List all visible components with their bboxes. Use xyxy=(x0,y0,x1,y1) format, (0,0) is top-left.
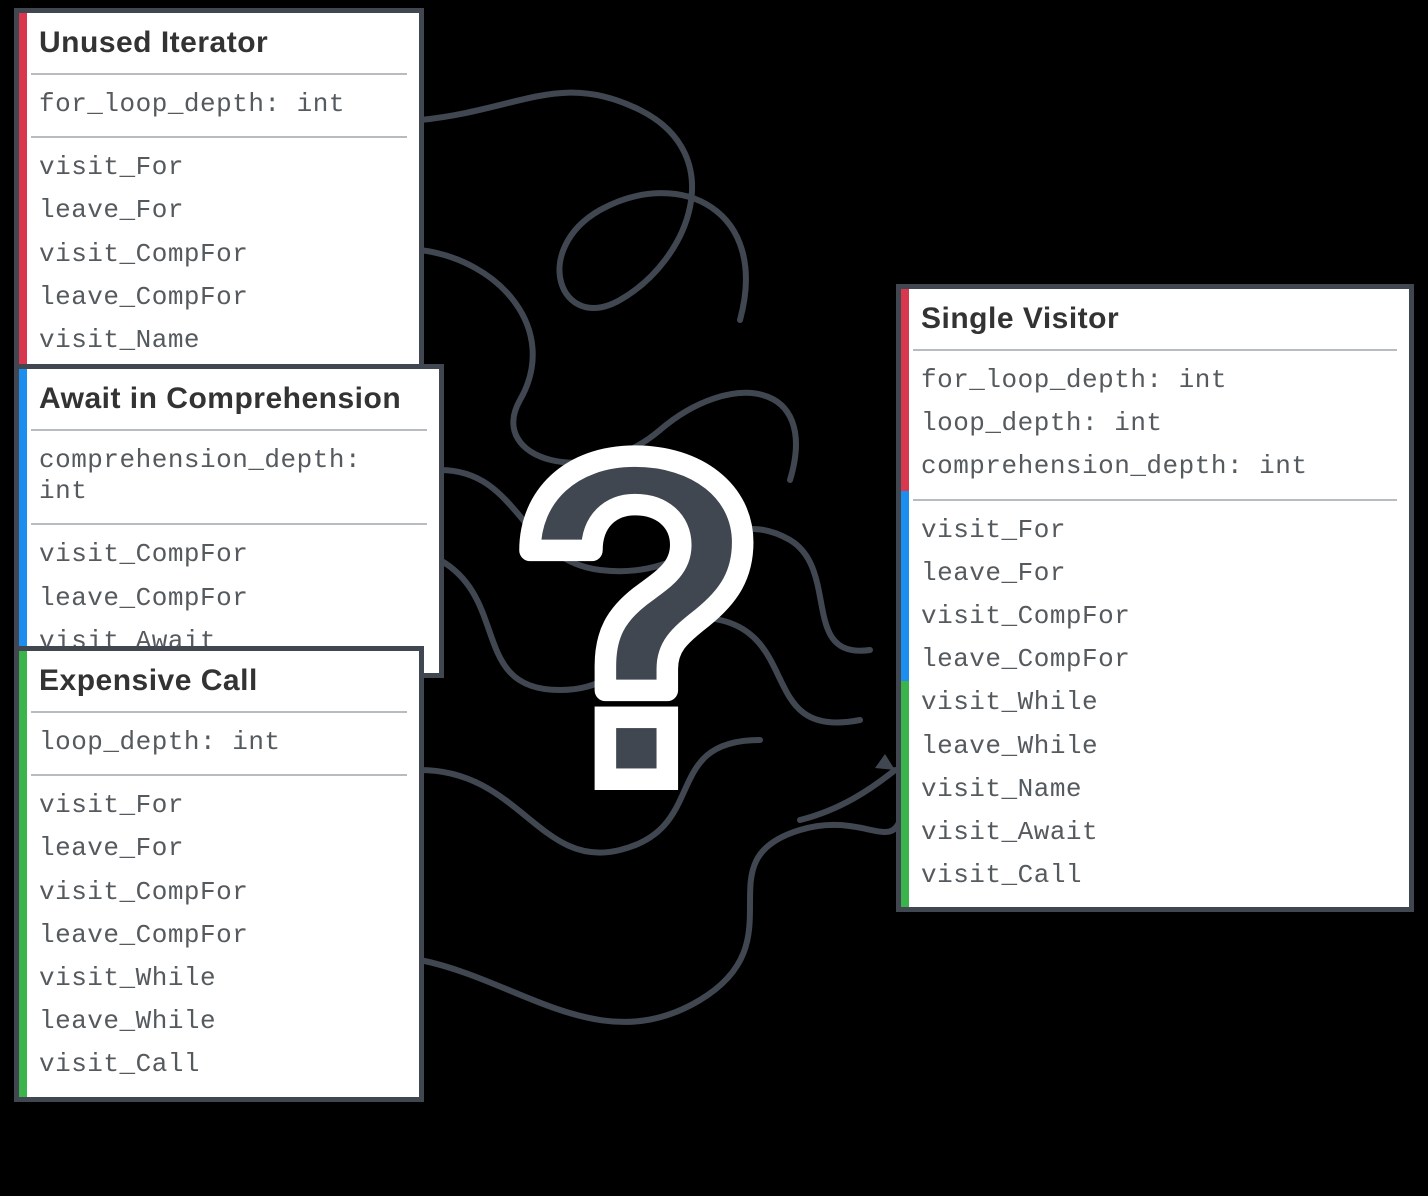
method: visit_While xyxy=(921,681,1393,724)
box-unused-iterator: Unused Iterator for_loop_depth: int visi… xyxy=(14,8,424,377)
box-title: Unused Iterator xyxy=(19,13,419,73)
method: visit_For xyxy=(39,146,403,189)
attr: for_loop_depth: int xyxy=(39,83,403,126)
method: leave_While xyxy=(39,1000,403,1043)
box-await-comprehension: Await in Comprehension comprehension_dep… xyxy=(14,364,444,678)
method: leave_For xyxy=(39,189,403,232)
method: leave_While xyxy=(921,725,1393,768)
method: leave_CompFor xyxy=(39,914,403,957)
stripe-red xyxy=(19,13,27,372)
method: leave_For xyxy=(39,827,403,870)
box-single-visitor: Single Visitor for_loop_depth: int loop_… xyxy=(896,284,1414,912)
box-title: Await in Comprehension xyxy=(19,369,439,429)
box-expensive-call: Expensive Call loop_depth: int visit_For… xyxy=(14,646,424,1102)
stripe-segment-green xyxy=(901,681,909,907)
method: leave_CompFor xyxy=(39,276,403,319)
method: leave_CompFor xyxy=(921,638,1393,681)
attr: comprehension_depth: int xyxy=(39,439,423,513)
method: visit_Await xyxy=(921,811,1393,854)
method: visit_Call xyxy=(921,854,1393,897)
method: visit_For xyxy=(921,509,1393,552)
diagram-stage: { "colors":{ "red":"#D9374E", "blue":"#1… xyxy=(0,0,1428,1196)
question-mark-icon xyxy=(490,440,780,790)
method: visit_CompFor xyxy=(39,533,423,576)
stripe-segment-red xyxy=(901,289,909,491)
attr: loop_depth: int xyxy=(39,721,403,764)
attr: loop_depth: int xyxy=(921,402,1393,445)
stripe-blue xyxy=(19,369,27,673)
attr: comprehension_depth: int xyxy=(921,445,1393,488)
method: visit_Call xyxy=(39,1043,403,1086)
box-title: Expensive Call xyxy=(19,651,419,711)
box-title: Single Visitor xyxy=(901,289,1409,349)
method: visit_CompFor xyxy=(39,233,403,276)
attr: for_loop_depth: int xyxy=(921,359,1393,402)
method: visit_CompFor xyxy=(921,595,1393,638)
method: leave_For xyxy=(921,552,1393,595)
method: visit_Name xyxy=(39,319,403,362)
method: visit_CompFor xyxy=(39,871,403,914)
method: leave_CompFor xyxy=(39,577,423,620)
stripe-segment-blue xyxy=(901,491,909,681)
method: visit_Name xyxy=(921,768,1393,811)
method: visit_While xyxy=(39,957,403,1000)
stripe-green xyxy=(19,651,27,1097)
method: visit_For xyxy=(39,784,403,827)
